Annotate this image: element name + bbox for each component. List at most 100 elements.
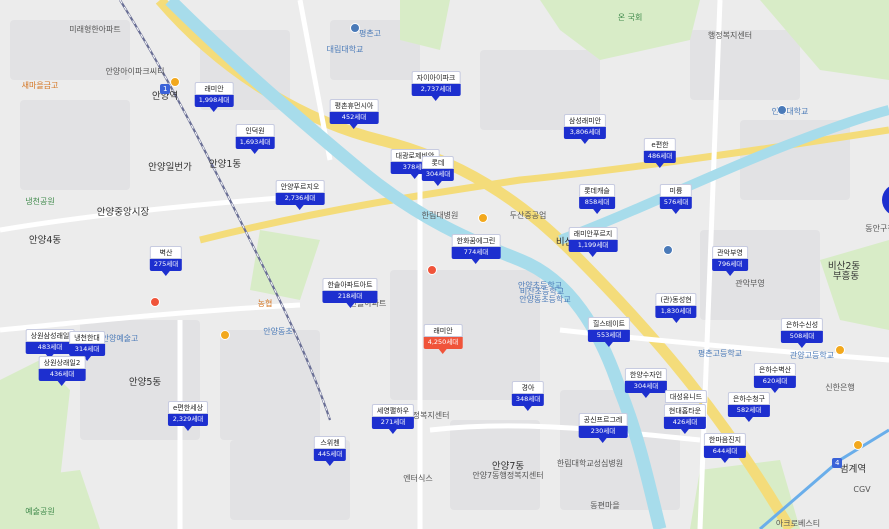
map-label: 예술공원 bbox=[25, 507, 55, 516]
marker-units: 4,250세대 bbox=[423, 337, 463, 350]
marker-name: 삼성래미안 bbox=[563, 114, 607, 128]
poi-icon[interactable] bbox=[663, 245, 673, 255]
poi-icon[interactable] bbox=[777, 105, 787, 115]
map-label: CGV bbox=[853, 485, 871, 494]
apartment-marker[interactable]: 상원상래일2 436세대 bbox=[38, 356, 86, 387]
poi-icon[interactable] bbox=[835, 345, 845, 355]
marker-name: 은하수벽산 bbox=[753, 363, 797, 377]
apartment-marker[interactable]: 은하수벽산 620세대 bbox=[753, 363, 797, 394]
map-label: 한림대병원 bbox=[421, 211, 459, 220]
map-label: 부흥동 bbox=[832, 271, 860, 282]
apartment-marker[interactable]: 관악부영 796세대 bbox=[712, 246, 748, 277]
station-badge[interactable]: 4 bbox=[832, 458, 843, 468]
map-label: 안양동초등학교 bbox=[519, 295, 571, 304]
marker-units: 275세대 bbox=[149, 259, 183, 272]
apartment-marker[interactable]: 스위첸 445세대 bbox=[313, 436, 347, 467]
poi-icon[interactable] bbox=[350, 23, 360, 33]
apartment-marker[interactable]: 현대홈타운 426세대 bbox=[663, 404, 707, 435]
marker-units: 2,737세대 bbox=[411, 84, 461, 97]
map-label: 안양초등학교 bbox=[517, 281, 563, 290]
apartment-marker[interactable]: 자이아이파크 2,737세대 bbox=[411, 71, 461, 102]
marker-name: 래미안 bbox=[423, 324, 463, 338]
map-label: 관양고등학교 bbox=[789, 351, 835, 360]
apartment-marker[interactable]: 삼성래미안 3,806세대 bbox=[563, 114, 607, 145]
station-badge[interactable]: 1 bbox=[160, 84, 171, 94]
marker-name: 인덕원 bbox=[235, 124, 275, 138]
map-label: 평촌고등학교 bbox=[697, 349, 743, 358]
map-label: 동안구청 bbox=[865, 224, 889, 233]
marker-pin bbox=[346, 303, 354, 309]
map-view[interactable]: 미래형한아파트 안양아이파크씨티 대림대학교 평촌고 온 국회 행정복지센터 안… bbox=[0, 0, 889, 529]
marker-units: 218세대 bbox=[322, 291, 378, 304]
poi-icon[interactable] bbox=[478, 213, 488, 223]
apartment-marker[interactable]: 미륭 576세대 bbox=[659, 184, 693, 215]
marker-pin bbox=[295, 205, 304, 211]
apartment-marker[interactable]: 롯데캐슬 858세대 bbox=[579, 184, 615, 215]
apartment-marker[interactable]: 은하수청구 582세대 bbox=[727, 392, 771, 423]
apartment-marker[interactable]: 한화꿈에그린 774세대 bbox=[451, 234, 501, 265]
apartment-marker[interactable]: 대성유니드 bbox=[664, 390, 708, 404]
marker-pin bbox=[326, 461, 334, 467]
marker-pin bbox=[162, 271, 170, 277]
map-label: 범계역 bbox=[839, 464, 867, 475]
marker-name: 상원상래일2 bbox=[38, 356, 86, 370]
apartment-marker[interactable]: 공신프르그레 230세대 bbox=[578, 413, 628, 444]
apartment-marker[interactable]: 경아 348세대 bbox=[511, 381, 545, 412]
poi-icon[interactable] bbox=[170, 77, 180, 87]
marker-pin bbox=[209, 107, 218, 113]
apartment-marker[interactable]: 인덕원 1,693세대 bbox=[235, 124, 275, 155]
map-label: 한림대학교성심병원 bbox=[556, 459, 624, 468]
marker-units: 230세대 bbox=[578, 426, 628, 439]
marker-pin bbox=[349, 124, 358, 130]
marker-name: 은하수신성 bbox=[780, 318, 824, 332]
marker-pin bbox=[183, 426, 192, 432]
apartment-marker[interactable]: 한마음진지 644세대 bbox=[703, 433, 747, 464]
map-label: 행정복지센터 bbox=[707, 31, 753, 40]
apartment-marker[interactable]: 롯데 304세대 bbox=[421, 156, 455, 187]
marker-name: 평촌휴먼시아 bbox=[329, 99, 379, 113]
marker-units: 644세대 bbox=[703, 446, 747, 459]
marker-name: 냉천한대 bbox=[69, 331, 105, 345]
poi-icon[interactable] bbox=[427, 265, 437, 275]
apartment-marker[interactable]: e편한 486세대 bbox=[643, 138, 677, 169]
marker-name: 벽산 bbox=[149, 246, 183, 260]
apartment-marker-highlighted[interactable]: 래미안 4,250세대 bbox=[423, 324, 463, 355]
map-label: 냉천공원 bbox=[25, 197, 55, 206]
marker-name: 미륭 bbox=[659, 184, 693, 198]
marker-units: 271세대 bbox=[371, 417, 415, 430]
marker-name: 자이아이파크 bbox=[411, 71, 461, 85]
marker-pin bbox=[431, 96, 440, 102]
marker-pin bbox=[725, 271, 734, 277]
marker-units: 858세대 bbox=[579, 197, 615, 210]
marker-units: 1,199세대 bbox=[568, 240, 618, 253]
apartment-marker[interactable]: 안양푸르지오 2,736세대 bbox=[275, 180, 325, 211]
map-label: 엔터식스 bbox=[403, 474, 433, 483]
marker-units: 445세대 bbox=[313, 449, 347, 462]
map-label: 관악부영 bbox=[735, 279, 765, 288]
apartment-marker[interactable]: 상원삼성래일 483세대 bbox=[25, 329, 75, 360]
marker-units: 304세대 bbox=[421, 169, 455, 182]
marker-pin bbox=[797, 343, 806, 349]
marker-pin bbox=[410, 174, 419, 180]
marker-units: 348세대 bbox=[511, 394, 545, 407]
apartment-marker[interactable]: 벽산 275세대 bbox=[149, 246, 183, 277]
apartment-marker[interactable]: 래미안푸르지 1,199세대 bbox=[568, 227, 618, 258]
map-label: 새마을금고 bbox=[21, 81, 59, 90]
apartment-marker[interactable]: 한양수자인 304세대 bbox=[624, 368, 668, 399]
map-label: 안양일번가 bbox=[148, 162, 192, 173]
map-label: 평촌고 bbox=[358, 29, 382, 38]
apartment-marker[interactable]: (관)동성현 1,830세대 bbox=[655, 293, 697, 324]
poi-icon[interactable] bbox=[150, 297, 160, 307]
poi-icon[interactable] bbox=[853, 440, 863, 450]
apartment-marker[interactable]: 한솔아파트아트 218세대 bbox=[322, 278, 378, 309]
apartment-marker[interactable]: 힐스테이트 553세대 bbox=[587, 317, 631, 348]
apartment-marker[interactable]: e편한세상 2,329세대 bbox=[167, 401, 209, 432]
marker-units: 582세대 bbox=[727, 405, 771, 418]
apartment-marker[interactable]: 은하수신성 508세대 bbox=[780, 318, 824, 349]
marker-units: 576세대 bbox=[659, 197, 693, 210]
marker-pin bbox=[598, 438, 607, 444]
apartment-marker[interactable]: 래미안 1,998세대 bbox=[194, 82, 234, 113]
poi-icon[interactable] bbox=[220, 330, 230, 340]
apartment-marker[interactable]: 평촌휴먼시아 452세대 bbox=[329, 99, 379, 130]
apartment-marker[interactable]: 세영팰하우 271세대 bbox=[371, 404, 415, 435]
